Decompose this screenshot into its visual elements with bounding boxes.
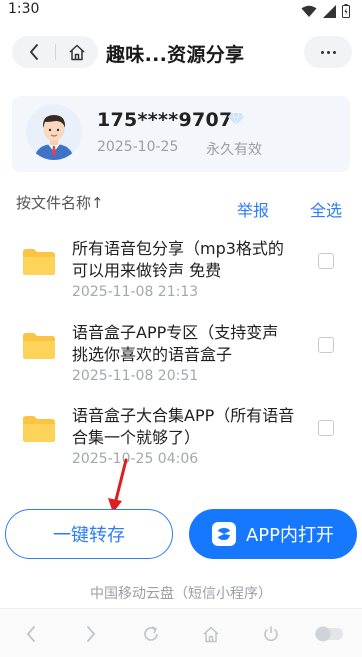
refresh-icon xyxy=(144,626,158,641)
browser-forward-button[interactable] xyxy=(79,623,103,645)
file-time: 2025-10-25 04:06 xyxy=(72,451,199,467)
file-name: 语音盒子大合集APP（所有语音合集一个就够了） xyxy=(72,406,295,447)
browser-home-icon xyxy=(203,626,219,642)
avatar-icon xyxy=(26,104,82,160)
battery-icon xyxy=(342,4,350,18)
status-bar: 1:30 xyxy=(0,0,362,22)
browser-back-button[interactable] xyxy=(19,623,43,645)
browser-forward-icon xyxy=(87,626,96,642)
browser-home-button[interactable] xyxy=(199,623,223,645)
open-in-app-button[interactable]: APP内打开 xyxy=(189,509,357,559)
file-item[interactable]: 所有语音包分享（mp3格式的可以用来做铃声 免费 2025-11-08 21:1… xyxy=(0,238,362,322)
file-item[interactable]: 语音盒子APP专区（支持变声 挑选你喜欢的语音盒子 2025-11-08 20:… xyxy=(0,322,362,406)
hint-arrow-icon xyxy=(108,458,128,513)
save-to-drive-button[interactable]: 一键转存 xyxy=(5,509,173,559)
select-all-link[interactable]: 全选 xyxy=(310,197,342,221)
home-button[interactable] xyxy=(56,36,98,68)
file-checkbox[interactable] xyxy=(318,420,334,436)
open-in-app-label: APP内打开 xyxy=(245,525,335,546)
browser-toolbar xyxy=(0,608,362,657)
page-title: 趣味...资源分享 xyxy=(106,44,245,66)
home-icon xyxy=(69,44,85,60)
nav-bar: 趣味...资源分享 xyxy=(0,30,362,74)
file-time: 2025-11-08 21:13 xyxy=(72,284,199,300)
status-icons xyxy=(301,4,350,18)
more-dot xyxy=(332,50,336,54)
footer-brand: 中国移动云盘（短信小程序） xyxy=(90,586,272,602)
back-button[interactable] xyxy=(12,36,55,68)
browser-toggle-button[interactable] xyxy=(313,623,345,645)
folder-icon xyxy=(23,249,55,275)
file-checkbox[interactable] xyxy=(318,337,334,353)
sort-by-name-button[interactable]: 按文件名称↑ xyxy=(16,192,104,213)
file-name: 所有语音包分享（mp3格式的可以用来做铃声 免费 xyxy=(72,239,284,280)
avatar xyxy=(26,104,82,160)
folder-icon xyxy=(23,416,55,442)
more-button[interactable] xyxy=(304,36,352,68)
nav-capsule xyxy=(12,36,98,68)
file-checkbox[interactable] xyxy=(318,253,334,269)
signal-icon xyxy=(323,4,336,18)
browser-power-button[interactable] xyxy=(259,623,283,645)
vip-diamond-icon xyxy=(228,113,244,125)
more-dot xyxy=(326,50,330,54)
share-date: 2025-10-25 xyxy=(97,139,179,155)
file-time: 2025-11-08 20:51 xyxy=(72,368,199,384)
back-arrow-icon xyxy=(29,44,38,60)
browser-refresh-button[interactable] xyxy=(139,623,163,645)
browser-back-icon xyxy=(26,626,35,642)
folder-icon xyxy=(23,333,55,359)
wifi-icon xyxy=(301,5,317,17)
status-time: 1:30 xyxy=(8,1,40,17)
share-validity: 永久有效 xyxy=(206,142,262,158)
cloud-logo-icon xyxy=(211,522,236,546)
share-info-card: 175****9707 2025-10-25 永久有效 xyxy=(12,96,350,172)
more-dots-icon xyxy=(320,50,324,54)
sharer-name: 175****9707 xyxy=(97,109,233,131)
power-icon xyxy=(264,626,278,642)
file-name: 语音盒子APP专区（支持变声 挑选你喜欢的语音盒子 xyxy=(72,323,279,364)
file-item[interactable]: 语音盒子大合集APP（所有语音合集一个就够了） 2025-10-25 04:06 xyxy=(0,405,362,489)
report-link[interactable]: 举报 xyxy=(237,197,269,221)
toggle-icon xyxy=(315,626,343,642)
